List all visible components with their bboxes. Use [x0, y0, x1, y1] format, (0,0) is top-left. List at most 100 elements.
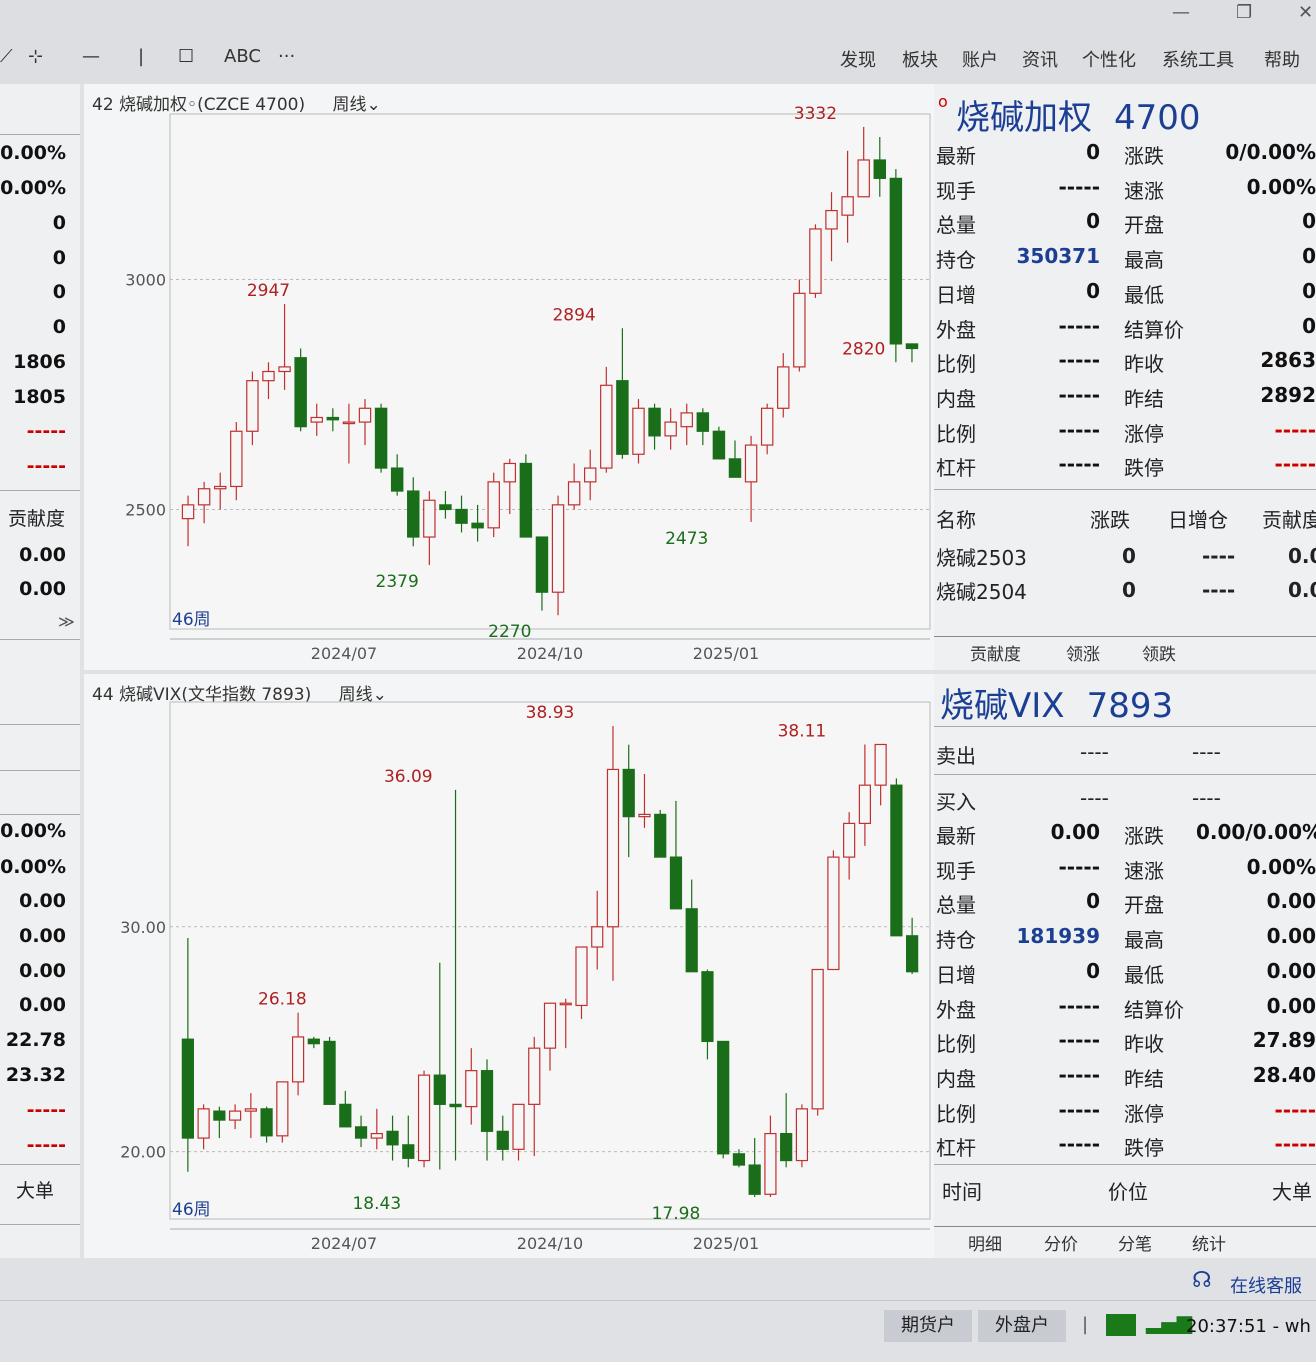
quote2-value: -----	[1058, 1062, 1100, 1087]
vline-tool-icon[interactable]: |	[138, 46, 144, 67]
candle-body	[873, 159, 887, 179]
y-tick-label: 2500	[125, 500, 166, 519]
menu-help[interactable]: 帮助	[1264, 46, 1300, 72]
quote1-value2: 0	[1302, 209, 1316, 234]
divider	[0, 134, 80, 135]
quote1-value2: 0	[1302, 244, 1316, 269]
tab-statistics[interactable]: 统计	[1192, 1230, 1226, 1255]
tab-contribution[interactable]: 贡献度	[970, 640, 1021, 665]
big-order-header: 大单	[1272, 1180, 1312, 1204]
left-value: 0.00	[19, 578, 66, 600]
quote1-label: 内盘	[936, 386, 976, 411]
menu-discover[interactable]: 发现	[840, 46, 876, 72]
time-header: 时间	[942, 1180, 982, 1204]
quote2-label: 比例	[936, 1032, 976, 1057]
quote2-value: -----	[1058, 1028, 1100, 1053]
quote2-value2: 28.40	[1252, 1062, 1316, 1087]
candle-body	[181, 504, 195, 520]
quote2-label: 外盘	[936, 997, 976, 1022]
tab-price-distribution[interactable]: 分价	[1044, 1230, 1078, 1255]
tab-detail[interactable]: 明细	[968, 1230, 1002, 1255]
candle-body	[857, 159, 870, 198]
rect-tool-icon[interactable]: ☐	[178, 46, 194, 67]
y-tick-label: 20.00	[120, 1143, 166, 1162]
quote1-value: -----	[1058, 313, 1100, 338]
candle-body	[841, 196, 854, 216]
quote1-value2: 2863	[1260, 348, 1316, 373]
headset-icon[interactable]: ☊	[1192, 1268, 1212, 1293]
restore-icon[interactable]: ❐	[1236, 2, 1252, 23]
left-value: 0.00%	[0, 142, 66, 164]
menu-personalize[interactable]: 个性化	[1082, 46, 1136, 72]
divider	[934, 1226, 1316, 1227]
quote1-value: -----	[1058, 174, 1100, 199]
close-icon[interactable]: ✕	[1298, 2, 1313, 23]
chart-panel-2[interactable]: 44 烧碱VIX(文华指数 7893) 周线⌄ 20.00 30.00 26.18 3…	[84, 674, 934, 1258]
cursor-tool-icon[interactable]: ⊹	[28, 46, 43, 67]
minimize-icon[interactable]: —	[1172, 2, 1190, 23]
more-tools-icon[interactable]: ···	[278, 46, 295, 67]
foreign-account-button[interactable]: 外盘户	[978, 1310, 1066, 1342]
table-row-increase: ----	[1202, 578, 1236, 602]
hline-tool-icon[interactable]: —	[82, 46, 100, 67]
candle-body	[519, 462, 533, 538]
candle-body	[811, 968, 824, 1110]
candle-body	[307, 1038, 320, 1045]
status-bar: ☊ 在线客服	[0, 1258, 1316, 1362]
plot-area	[169, 701, 931, 1220]
buy-label: 买入	[936, 790, 976, 814]
candle-body	[339, 1103, 352, 1128]
quote2-label2: 涨停	[1124, 1101, 1164, 1126]
tab-tick[interactable]: 分笔	[1118, 1230, 1152, 1255]
menu-news[interactable]: 资讯	[1022, 46, 1058, 72]
candle-body	[843, 822, 856, 858]
price-annotation: 26.18	[258, 990, 307, 1010]
candle-body	[323, 1040, 336, 1105]
table-row-contribution: 0.00	[1288, 544, 1316, 568]
candle-body	[471, 522, 484, 529]
quote1-label: 持仓	[936, 248, 976, 273]
text-tool-icon[interactable]: ABC	[224, 46, 261, 67]
futures-account-button[interactable]: 期货户	[884, 1310, 972, 1342]
table-row-name[interactable]: 烧碱2503	[936, 542, 1027, 571]
price-annotation: 2894	[552, 305, 595, 325]
table-row-name[interactable]: 烧碱2504	[936, 576, 1027, 605]
candle-body	[717, 1040, 730, 1155]
quote1-value2: 0/0.00%	[1225, 140, 1316, 164]
candlestick-chart-2[interactable]: 20.00 30.00 26.18 36.09 18.43 38.93 17.98 38.11…	[84, 674, 934, 1258]
draw-tool-icon[interactable]: ⟋	[0, 46, 13, 67]
quote2-label: 持仓	[936, 928, 976, 953]
candle-body	[374, 407, 388, 469]
quote2-value: -----	[1058, 993, 1100, 1018]
candlestick-chart-1[interactable]: 25003000294723792270289424733332282046周2…	[84, 84, 934, 670]
table-header-name: 名称	[936, 508, 976, 532]
tab-leading-up[interactable]: 领涨	[1066, 640, 1100, 665]
expand-icon[interactable]: ≫	[58, 612, 75, 631]
tab-leading-down[interactable]: 领跌	[1142, 640, 1176, 665]
candle-body	[905, 343, 919, 350]
divider	[0, 639, 80, 640]
connection-icon	[1106, 1314, 1136, 1336]
table-row-change: 0	[1122, 578, 1136, 602]
buy-volume: ----	[1192, 786, 1221, 810]
candle-body	[600, 384, 613, 469]
menu-account[interactable]: 账户	[962, 46, 998, 72]
quote2-label: 现手	[936, 858, 976, 883]
table-row-contribution: 0.00	[1288, 578, 1316, 602]
quote1-label: 总量	[936, 213, 976, 238]
price-annotation: 2820	[842, 339, 885, 359]
menu-system-tools[interactable]: 系统工具	[1162, 46, 1234, 72]
menu-sector[interactable]: 板块	[902, 46, 938, 72]
quote1-label2: 昨收	[1124, 352, 1164, 377]
candle-body	[728, 458, 742, 478]
left-quote-panel: 0.00% 0.00% 0 0 0 0 1806 1805 ----- ----…	[0, 84, 80, 1259]
candle-body	[244, 1108, 257, 1112]
left-value: 0	[52, 281, 66, 303]
sell-volume: ----	[1192, 740, 1221, 764]
table-header-contribution: 贡献度	[1262, 508, 1316, 532]
online-service-link[interactable]: 在线客服	[1230, 1272, 1302, 1298]
candle-body	[559, 1002, 572, 1006]
table-row-change: 0	[1122, 544, 1136, 568]
chart-panel-1[interactable]: 42 烧碱加权◦(CZCE 4700) 周线⌄ 2500 3000 2947 2379…	[84, 84, 934, 670]
left-value: 0	[52, 316, 66, 338]
